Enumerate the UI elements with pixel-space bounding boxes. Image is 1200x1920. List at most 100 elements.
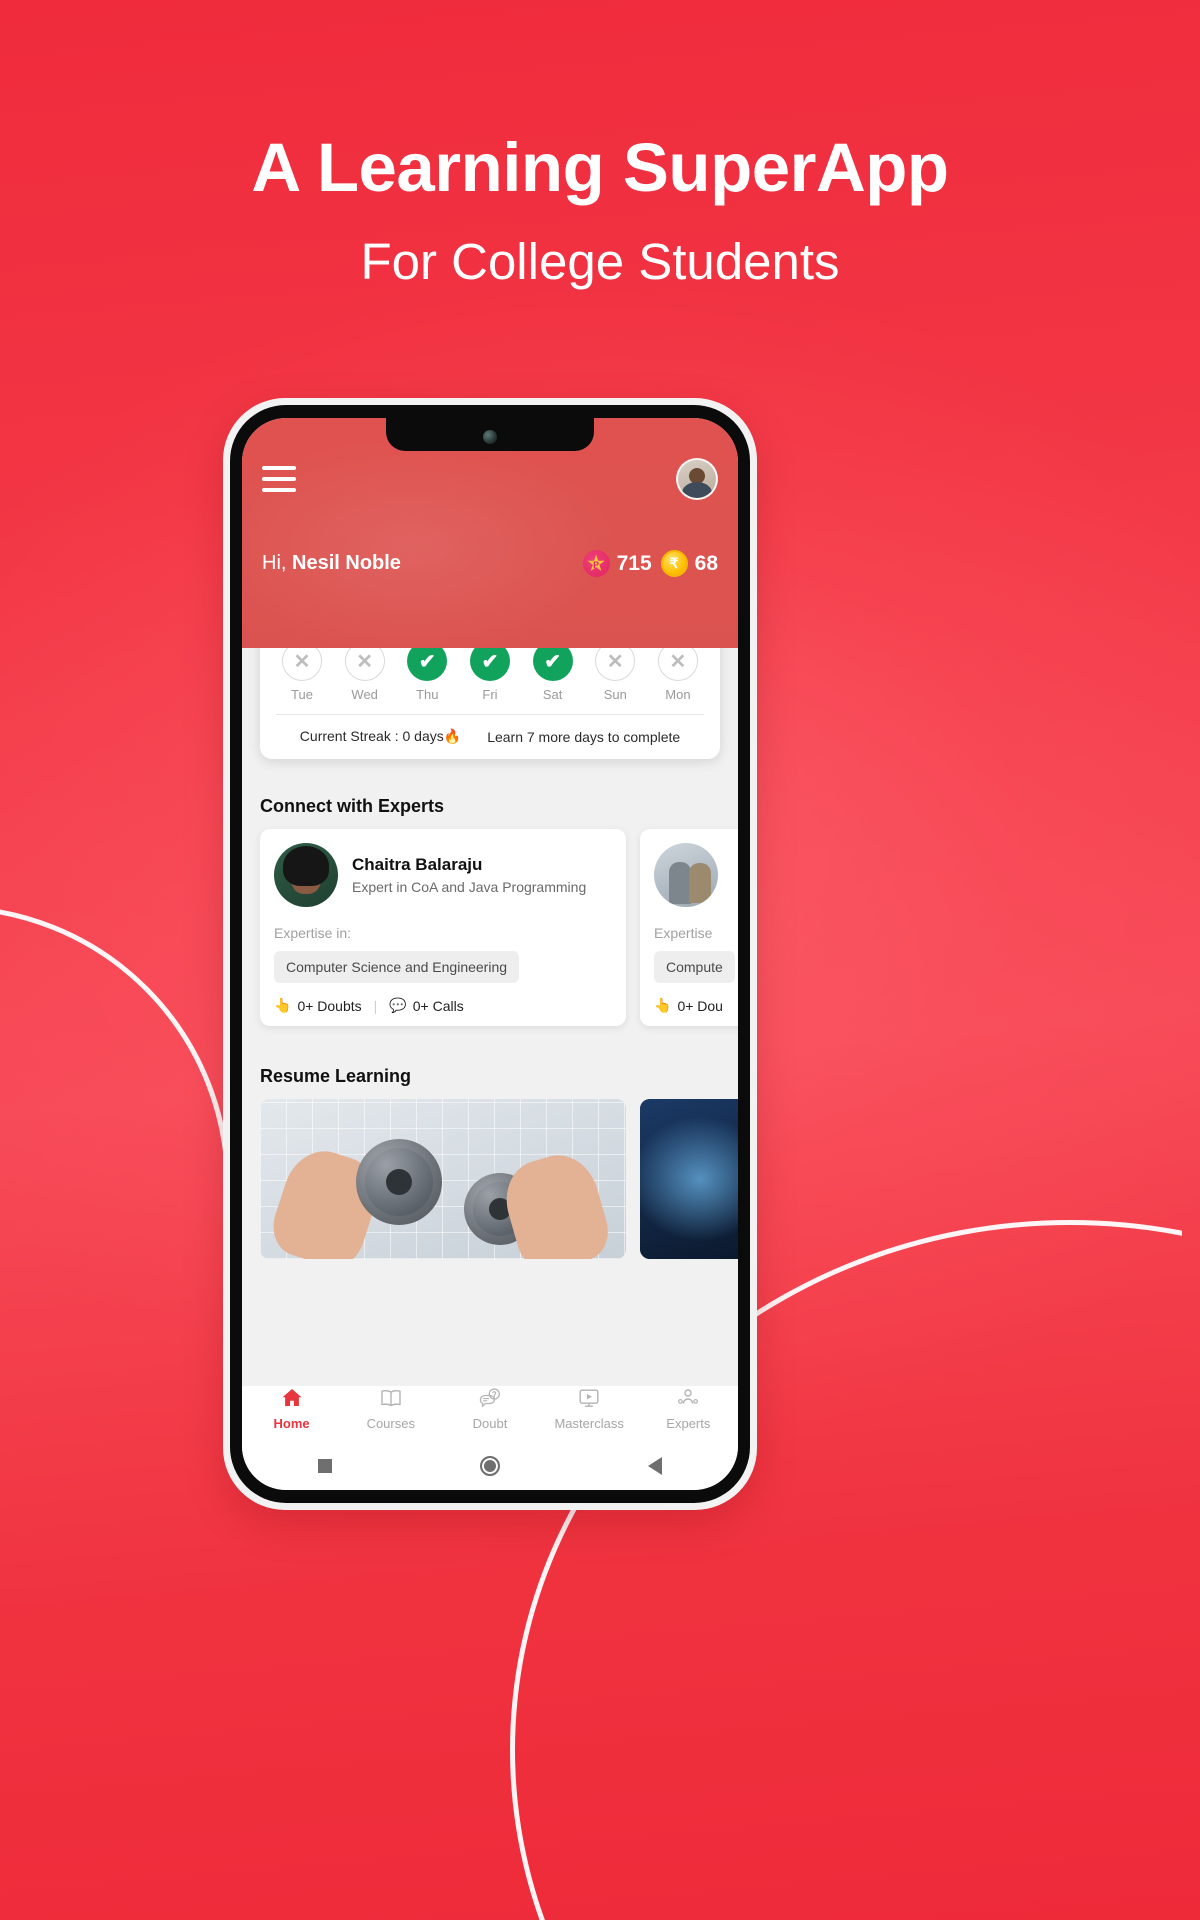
doubts-icon: 👆 bbox=[274, 997, 292, 1013]
streak-day[interactable]: ✔ Sat bbox=[531, 648, 575, 702]
current-streak-text: Current Streak : 0 days🔥 bbox=[299, 728, 462, 744]
expert-stats-row: 👆 0+ Doubts | 💬 0+ Calls bbox=[274, 997, 612, 1014]
home-button[interactable] bbox=[470, 1456, 510, 1476]
nav-item-experts[interactable]: Experts bbox=[644, 1386, 732, 1431]
nav-item-masterclass[interactable]: Masterclass bbox=[545, 1386, 633, 1431]
expert-stats-row: 👆 0+ Dou bbox=[654, 997, 738, 1014]
remaining-days-text: Learn 7 more days to complete bbox=[487, 728, 681, 745]
square-recents-icon bbox=[317, 1459, 332, 1473]
resume-card[interactable] bbox=[640, 1099, 738, 1259]
streak-day[interactable]: ✕ Mon bbox=[656, 648, 700, 702]
streak-day-mark: ✕ bbox=[595, 648, 636, 681]
points-value: 715 bbox=[616, 551, 652, 575]
rupees-group[interactable]: ₹ 68 bbox=[660, 550, 718, 577]
streak-day-mark: ✕ bbox=[657, 648, 698, 681]
nav-label-masterclass: Masterclass bbox=[554, 1416, 624, 1431]
experts-section-title: Connect with Experts bbox=[260, 796, 445, 816]
expert-card-header bbox=[654, 843, 738, 907]
streak-day-label: Wed bbox=[351, 687, 378, 702]
streak-day-mark: ✔ bbox=[469, 648, 510, 681]
phone-frame: Hi, Nesil Noble P 715 ₹ 68 ✕ Tue ✕ Wed ✔… bbox=[230, 405, 750, 1503]
expert-card-header: Chaitra Balaraju Expert in CoA and Java … bbox=[274, 843, 612, 907]
streak-card: Complete 7 days streak to get rewards ✕ … bbox=[260, 648, 720, 759]
nav-label-courses: Courses bbox=[366, 1416, 415, 1431]
experts-card-carousel[interactable]: Chaitra Balaraju Expert in CoA and Java … bbox=[242, 829, 738, 1026]
streak-day[interactable]: ✕ Tue bbox=[280, 648, 324, 702]
monitor-play-icon bbox=[579, 1389, 599, 1407]
expert-card[interactable]: Expertise Compute 👆 0+ Dou bbox=[640, 829, 738, 1026]
app-header-top-row bbox=[262, 458, 718, 500]
doubts-count: 0+ Doubts bbox=[297, 997, 362, 1014]
hero-subheadline: For College Students bbox=[360, 233, 840, 291]
nav-item-courses[interactable]: Courses bbox=[347, 1386, 435, 1431]
calls-count: 0+ Calls bbox=[412, 997, 464, 1014]
greeting-prefix: Hi, bbox=[262, 552, 287, 574]
front-camera-icon bbox=[483, 430, 497, 444]
resume-section-title: Resume Learning bbox=[260, 1066, 412, 1086]
streak-day-mark: ✕ bbox=[344, 648, 385, 681]
streak-day[interactable]: ✕ Wed bbox=[343, 648, 387, 702]
star-points-badge-icon: P bbox=[582, 550, 610, 577]
rupees-value: 68 bbox=[694, 551, 718, 575]
expert-card[interactable]: Chaitra Balaraju Expert in CoA and Java … bbox=[260, 829, 626, 1026]
expertise-label: Expertise bbox=[654, 925, 713, 941]
streak-day-label: Sun bbox=[603, 687, 627, 702]
home-icon bbox=[282, 1389, 302, 1406]
user-avatar[interactable] bbox=[676, 458, 718, 500]
hamburger-menu-icon[interactable] bbox=[262, 466, 296, 492]
circle-home-icon bbox=[479, 1456, 500, 1476]
streak-day[interactable]: ✔ Thu bbox=[405, 648, 449, 702]
back-button[interactable] bbox=[635, 1457, 675, 1475]
wallet-summary: P 715 ₹ 68 bbox=[582, 550, 718, 577]
nav-item-doubt[interactable]: Doubt bbox=[446, 1386, 534, 1431]
resume-learning-section: Resume Learning bbox=[242, 1066, 738, 1259]
expert-subtitle: Expert in CoA and Java Programming bbox=[352, 879, 587, 895]
doubts-count: 0+ Dou bbox=[677, 997, 723, 1014]
phone-notch bbox=[386, 418, 594, 451]
expert-photo bbox=[274, 843, 338, 907]
calls-stat: 💬 0+ Calls bbox=[389, 997, 463, 1014]
streak-day-label: Fri bbox=[482, 687, 498, 702]
streak-day[interactable]: ✔ Fri bbox=[468, 648, 512, 702]
phone-mockup: Hi, Nesil Noble P 715 ₹ 68 ✕ Tue ✕ Wed ✔… bbox=[223, 398, 757, 1510]
doubts-stat: 👆 0+ Doubts bbox=[274, 997, 362, 1014]
question-bubble-icon bbox=[479, 1388, 500, 1408]
streak-footer: Current Streak : 0 days🔥 Learn 7 more da… bbox=[260, 715, 720, 759]
streak-day-label: Mon bbox=[665, 687, 691, 702]
greeting-row: Hi, Nesil Noble P 715 ₹ 68 bbox=[262, 550, 718, 577]
triangle-back-icon bbox=[648, 1457, 663, 1475]
rupee-coin-icon: ₹ bbox=[660, 550, 688, 577]
nav-item-home[interactable]: Home bbox=[248, 1386, 336, 1431]
doubts-icon: 👆 bbox=[654, 997, 672, 1013]
people-icon bbox=[678, 1389, 699, 1404]
stats-separator: | bbox=[373, 997, 378, 1014]
nav-label-experts: Experts bbox=[666, 1416, 711, 1431]
recents-button[interactable] bbox=[305, 1459, 345, 1473]
expertise-tag: Computer Science and Engineering bbox=[274, 951, 520, 983]
expert-photo bbox=[654, 843, 718, 907]
greeting-text: Hi, Nesil Noble bbox=[262, 552, 401, 575]
streak-day-mark: ✔ bbox=[532, 648, 573, 681]
expertise-label: Expertise in: bbox=[274, 925, 352, 941]
streak-day-mark: ✕ bbox=[282, 648, 322, 681]
streak-day[interactable]: ✕ Sun bbox=[593, 648, 637, 702]
points-group[interactable]: P 715 bbox=[582, 550, 652, 577]
blue-spark-background bbox=[640, 1099, 738, 1259]
doubts-stat: 👆 0+ Dou bbox=[654, 997, 723, 1014]
nav-label-home: Home bbox=[273, 1416, 310, 1431]
phone-screen: Hi, Nesil Noble P 715 ₹ 68 ✕ Tue ✕ Wed ✔… bbox=[242, 418, 738, 1490]
calls-icon: 💬 bbox=[389, 997, 407, 1013]
streak-days-row: ✕ Tue ✕ Wed ✔ Thu ✔ Fri ✔ Sat ✕ Sun ✕ Mo… bbox=[260, 648, 720, 710]
connect-with-experts-section: Connect with Experts Chaitra Balaraju Ex… bbox=[242, 796, 738, 1026]
user-name: Nesil Noble bbox=[292, 552, 401, 574]
streak-day-label: Sat bbox=[542, 687, 563, 702]
resume-card[interactable] bbox=[260, 1099, 626, 1259]
streak-day-mark: ✔ bbox=[407, 648, 448, 681]
book-icon bbox=[381, 1390, 401, 1407]
bottom-navigation-bar: Home Courses Doubt Masterclass Experts bbox=[242, 1386, 738, 1442]
android-system-navigation bbox=[242, 1442, 738, 1490]
expertise-tag: Compute bbox=[654, 951, 735, 983]
nav-label-doubt: Doubt bbox=[472, 1416, 508, 1431]
app-scroll-body: Complete 7 days streak to get rewards ✕ … bbox=[242, 648, 738, 1386]
resume-card-carousel[interactable] bbox=[242, 1099, 738, 1259]
